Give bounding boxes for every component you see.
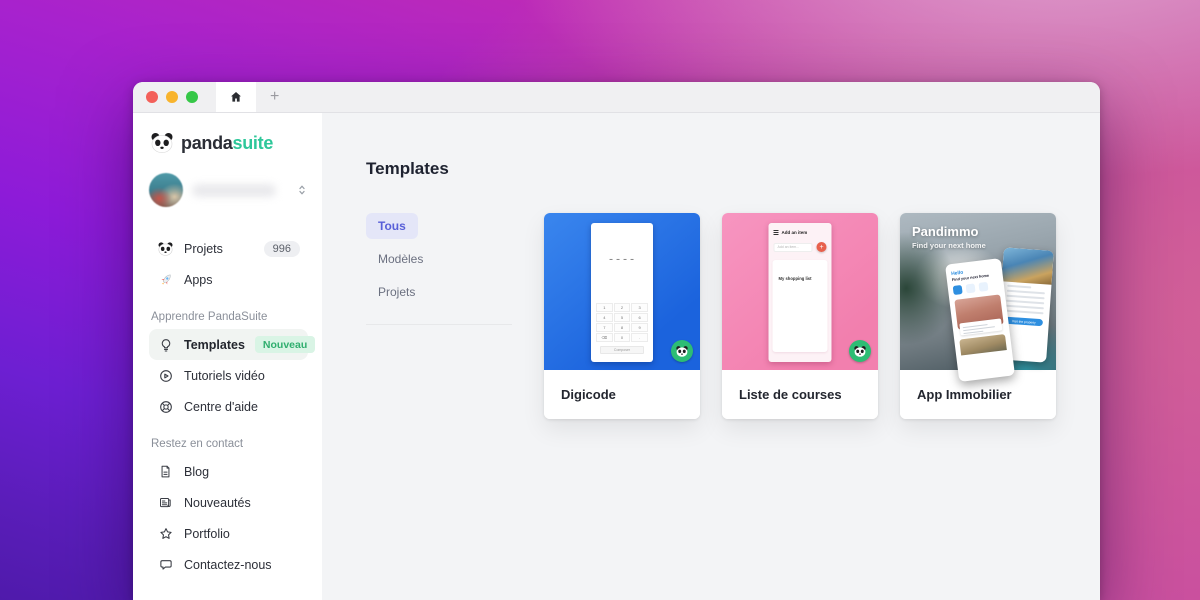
active-tab[interactable] <box>216 82 256 112</box>
key: 9 <box>631 323 648 332</box>
zoom-window-button[interactable] <box>186 91 198 103</box>
mockup-app-icons <box>953 280 1000 295</box>
template-cards: – – – – 1 2 3 4 5 6 7 8 <box>544 213 1056 419</box>
sidebar-item-tutoriels-video[interactable]: Tutoriels vidéo <box>149 360 308 391</box>
mockup-header: Add an item <box>782 230 808 235</box>
listing-caption <box>959 318 1002 335</box>
panda-logo-icon <box>149 131 175 155</box>
liste-preview: Add an item Add an item... + My shopping… <box>722 213 878 370</box>
play-circle-icon <box>157 367 174 384</box>
key: 4 <box>596 313 613 322</box>
liste-phone-mockup: Add an item Add an item... + My shopping… <box>769 223 832 362</box>
hamburger-icon <box>774 230 779 234</box>
new-tab-button[interactable]: + <box>256 82 293 112</box>
chat-icon <box>157 556 174 573</box>
pandimmo-subtitle: Find your next home <box>912 241 986 250</box>
sidebar-item-label: Apps <box>184 273 213 287</box>
listing-photo-2 <box>959 334 1007 355</box>
main-content: Templates Tous Modèles Projets – – – – <box>322 113 1100 600</box>
digicode-phone-mockup: – – – – 1 2 3 4 5 6 7 8 <box>591 223 653 362</box>
nouveau-badge: Nouveau <box>255 336 315 353</box>
pandasuite-logo[interactable]: pandasuite <box>149 131 308 155</box>
user-account-row[interactable] <box>149 173 308 207</box>
page-title: Templates <box>366 159 1100 179</box>
sidebar-item-contactez-nous[interactable]: Contactez-nous <box>149 549 308 580</box>
sidebar-item-centre-aide[interactable]: Centre d'aide <box>149 391 308 422</box>
key: 7 <box>596 323 613 332</box>
document-icon <box>157 463 174 480</box>
mockup-input: Add an item... <box>774 243 813 252</box>
keypad: 1 2 3 4 5 6 7 8 9 ⌫ <box>596 303 648 342</box>
immobilier-preview: Pandimmo Find your next home Visit t <box>900 213 1056 370</box>
sidebar-item-label: Blog <box>184 465 209 479</box>
key: 6 <box>631 313 648 322</box>
filter-tous[interactable]: Tous <box>366 213 418 239</box>
filter-modeles[interactable]: Modèles <box>366 246 435 272</box>
key: 8 <box>614 323 631 332</box>
filter-projets[interactable]: Projets <box>366 279 427 305</box>
close-window-button[interactable] <box>146 91 158 103</box>
template-card-digicode[interactable]: – – – – 1 2 3 4 5 6 7 8 <box>544 213 700 419</box>
rocket-icon <box>157 271 174 288</box>
avatar <box>149 173 183 207</box>
listing-photo <box>954 294 1003 329</box>
sidebar-item-blog[interactable]: Blog <box>149 456 308 487</box>
key: 0 <box>614 333 631 342</box>
projects-count-badge: 996 <box>264 241 300 257</box>
panda-icon <box>157 240 174 257</box>
mockup-cta-button: Visit the property <box>1005 317 1043 327</box>
template-card-app-immobilier[interactable]: Pandimmo Find your next home Visit t <box>900 213 1056 419</box>
sidebar-item-label: Centre d'aide <box>184 400 258 414</box>
pandasuite-badge-icon <box>671 340 693 362</box>
dial-button: Composer <box>600 346 644 354</box>
sidebar-item-label: Tutoriels vidéo <box>184 369 265 383</box>
help-icon <box>157 398 174 415</box>
sidebar-item-label: Portfolio <box>184 527 230 541</box>
pandasuite-window: + pandasuite <box>133 82 1100 600</box>
mockup-add-button: + <box>817 242 827 252</box>
section-title-contact: Restez en contact <box>151 438 308 450</box>
home-icon <box>229 90 243 104</box>
bulb-icon <box>157 336 174 353</box>
key: 5 <box>614 313 631 322</box>
star-icon <box>157 525 174 542</box>
sidebar: pandasuite <box>133 113 322 600</box>
code-dashes: – – – – <box>591 257 653 263</box>
key: 2 <box>614 303 631 312</box>
user-name-redacted <box>192 184 276 197</box>
mockup-list: My shopping list <box>773 260 828 352</box>
sidebar-item-label: Contactez-nous <box>184 558 272 572</box>
logo-wordmark: pandasuite <box>181 133 273 154</box>
key: 3 <box>631 303 648 312</box>
sidebar-item-label: Templates <box>184 338 245 352</box>
filter-divider <box>366 324 512 325</box>
card-title: Digicode <box>544 370 700 419</box>
mockup-list-title: My shopping list <box>779 276 812 281</box>
key: ⌫ <box>596 333 613 342</box>
sidebar-item-nouveautes[interactable]: Nouveautés <box>149 487 308 518</box>
card-title: Liste de courses <box>722 370 878 419</box>
sidebar-item-projets[interactable]: Projets 996 <box>149 233 308 264</box>
chevron-updown-icon[interactable] <box>296 183 308 197</box>
pandimmo-title: Pandimmo <box>912 224 978 239</box>
traffic-lights <box>133 82 216 112</box>
section-title-learn: Apprendre PandaSuite <box>151 311 308 323</box>
minimize-window-button[interactable] <box>166 91 178 103</box>
sidebar-item-templates[interactable]: Templates Nouveau <box>149 329 308 360</box>
titlebar[interactable]: + <box>133 82 1100 113</box>
key: 1 <box>596 303 613 312</box>
sidebar-item-label: Nouveautés <box>184 496 251 510</box>
template-filters: Tous Modèles Projets <box>366 213 544 419</box>
window-body: pandasuite <box>133 113 1100 600</box>
template-card-liste-de-courses[interactable]: Add an item Add an item... + My shopping… <box>722 213 878 419</box>
sidebar-item-portfolio[interactable]: Portfolio <box>149 518 308 549</box>
sidebar-item-apps[interactable]: Apps <box>149 264 308 295</box>
newspaper-icon <box>157 494 174 511</box>
villa-photo <box>1002 247 1054 284</box>
sidebar-item-label: Projets <box>184 242 223 256</box>
pandasuite-badge-icon <box>849 340 871 362</box>
digicode-preview: – – – – 1 2 3 4 5 6 7 8 <box>544 213 700 370</box>
key: . <box>631 333 648 342</box>
